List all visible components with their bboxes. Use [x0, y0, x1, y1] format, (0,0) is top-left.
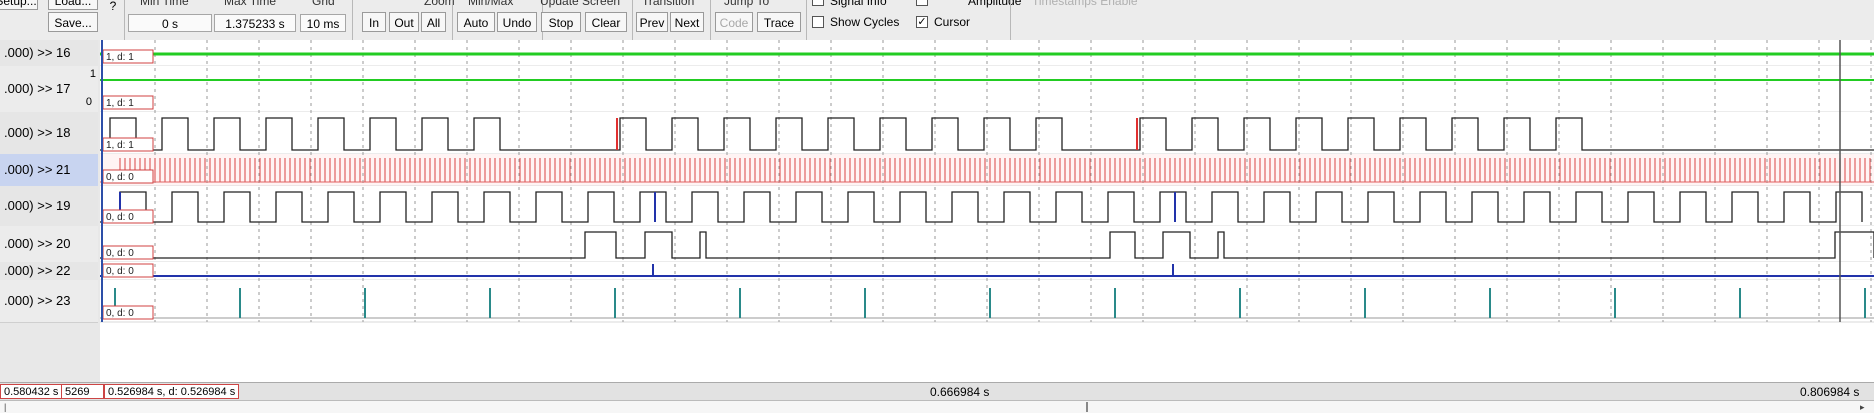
min-time-label: Min Time	[140, 0, 189, 8]
signal-info-checkbox[interactable]	[812, 0, 824, 6]
grid-field[interactable]: 10 ms	[300, 14, 346, 32]
max-time-label: Max Time	[224, 0, 277, 8]
toolbar-separator	[352, 0, 353, 40]
signal-name: .000) >> 17	[4, 81, 71, 96]
stop-button[interactable]: Stop	[541, 12, 581, 32]
waveform-area[interactable]: 1, d: 1 1, d: 1 1, d: 1 0, d: 0 0, d: 0 0, d:…	[100, 40, 1874, 382]
minmax-label: Min/Max	[468, 0, 514, 8]
scale-bottom-label: 0	[85, 96, 92, 108]
toolbar-separator	[632, 0, 633, 40]
right-time-label: 0.806984 s	[1800, 385, 1860, 399]
signal-value-tag-text: 1, d: 1	[106, 98, 134, 109]
signal-name: .000) >> 16	[4, 45, 71, 60]
signal-value-tag-text: 0, d: 0	[106, 308, 134, 319]
scroll-right-icon[interactable]: ▸	[1860, 401, 1865, 413]
status-left-value2: 5269	[62, 384, 104, 399]
jump-to-label: Jump To	[724, 0, 770, 8]
auto-button[interactable]: Auto	[457, 12, 495, 32]
cursor-readout: 0.526984 s, d: 0.526984 s	[104, 384, 240, 399]
signal-name: .000) >> 23	[4, 293, 71, 308]
signal-row-background	[100, 186, 1874, 226]
toolbar-separator	[710, 0, 711, 40]
code-button[interactable]: Code	[715, 12, 753, 32]
signal-name: .000) >> 20	[4, 236, 71, 251]
signal-value-tag-text: 0, d: 0	[106, 266, 134, 277]
zoom-in-button[interactable]: In	[362, 12, 386, 32]
signal-name-panel: .000) >> 16 .000) >> 17 1 0 .000) >> 18 .000)…	[0, 40, 102, 382]
signal-name: .000) >> 18	[4, 125, 71, 140]
help-button[interactable]: ?	[106, 0, 120, 16]
zoom-all-button[interactable]: All	[421, 12, 446, 32]
horizontal-scrollbar[interactable]: | ▸	[0, 400, 1874, 413]
toolbar-separator	[806, 0, 807, 40]
signal-value-tag-text: 0, d: 0	[106, 248, 134, 259]
toolbar: Setup... Load... Save... ? Min Time 0 s …	[0, 0, 1874, 42]
signal-info-label: Signal Info	[830, 0, 887, 8]
mid-time-label: 0.666984 s	[930, 385, 990, 399]
next-button[interactable]: Next	[670, 12, 704, 32]
toolbar-separator	[1010, 0, 1011, 40]
update-screen-label: Update Screen	[540, 0, 621, 8]
scroll-left-icon[interactable]: |	[4, 401, 6, 413]
min-time-field[interactable]: 0 s	[128, 14, 212, 32]
cursor-checkbox[interactable]: ✓	[916, 16, 928, 28]
zoom-out-button[interactable]: Out	[389, 12, 419, 32]
show-cycles-checkbox[interactable]	[812, 16, 824, 28]
scale-top-label: 1	[89, 68, 96, 80]
signal-name: .000) >> 21	[4, 162, 71, 177]
amplitude-label: Amplitude	[968, 0, 1022, 8]
prev-button[interactable]: Prev	[636, 12, 668, 32]
load-button[interactable]: Load...	[48, 0, 98, 10]
undo-button[interactable]: Undo	[497, 12, 537, 32]
signal-value-tag-text: 1, d: 1	[106, 140, 134, 151]
status-bar: 0.580432 s 5269 0.526984 s, d: 0.526984 …	[0, 382, 1874, 401]
trace-button[interactable]: Trace	[757, 12, 801, 32]
setup-button[interactable]: Setup...	[0, 0, 38, 10]
zoom-label: Zoom	[424, 0, 455, 8]
signal-value-tag-text: 0, d: 0	[106, 172, 134, 183]
signal-value-tag-text: 0, d: 0	[106, 212, 134, 223]
toolbar-separator	[452, 0, 453, 40]
amplitude-checkbox[interactable]	[916, 0, 928, 6]
scroll-thumb[interactable]	[1086, 402, 1088, 412]
signal-value-tag-text: 1, d: 1	[106, 52, 134, 63]
clear-button[interactable]: Clear	[585, 12, 627, 32]
show-cycles-label: Show Cycles	[830, 15, 900, 29]
transition-label: Transition	[642, 0, 695, 8]
signal-name: .000) >> 19	[4, 198, 71, 213]
save-button[interactable]: Save...	[48, 12, 98, 32]
signal-name: .000) >> 22	[4, 263, 71, 278]
status-left-value: 0.580432 s	[0, 384, 62, 399]
max-time-field[interactable]: 1.375233 s	[214, 14, 296, 32]
cursor-label: Cursor	[934, 15, 971, 29]
grid-label: Grid	[312, 0, 335, 8]
toolbar-separator	[124, 0, 125, 40]
timestamps-label: Timestamps Enable	[1032, 0, 1138, 8]
